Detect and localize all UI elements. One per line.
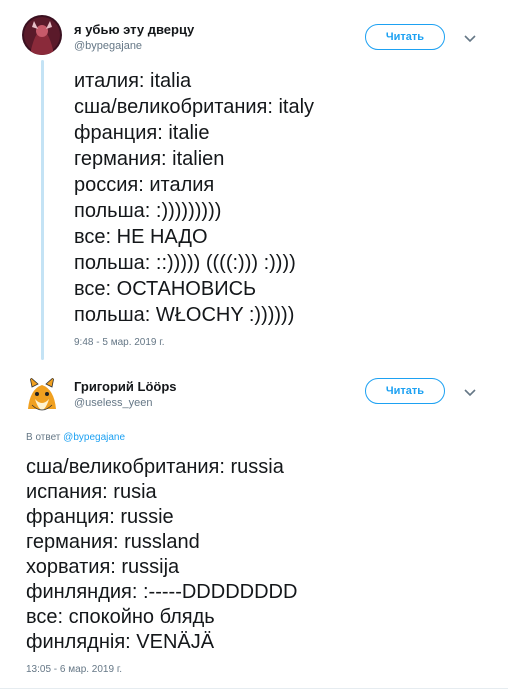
tweet-line: все: спокойно блядь: [26, 606, 215, 628]
reply-prefix: В ответ: [26, 432, 61, 443]
follow-button[interactable]: Читать: [365, 378, 445, 404]
tweet-line: италия: italia: [74, 70, 192, 92]
tweet-line: польша: WŁOCHY :)))))): [74, 304, 295, 326]
chevron-down-icon[interactable]: [462, 30, 478, 46]
tweet-line: сша/великобритания: italy: [74, 96, 315, 118]
avatar[interactable]: [22, 15, 62, 55]
tweet-line: испания: rusia: [26, 481, 157, 503]
tweet-line: финляднія: VENÄJÄ: [26, 631, 215, 653]
divider: [0, 688, 508, 689]
user-handle[interactable]: @bypegajane: [74, 40, 142, 52]
tweet-line: франция: russie: [26, 506, 174, 528]
tweet-line: сша/великобритания: russia: [26, 456, 284, 478]
tweet-line: финляндия: :-----DDDDDDDD: [26, 581, 298, 603]
avatar[interactable]: [22, 375, 62, 415]
display-name[interactable]: Григорий Lööps: [74, 379, 177, 394]
reply-handle-link[interactable]: @bypegajane: [63, 432, 125, 443]
tweet-line: германия: italien: [74, 148, 225, 170]
tweet-line: все: ОСТАНОВИСЬ: [74, 278, 257, 300]
timestamp[interactable]: 13:05 - 6 мар. 2019 г.: [26, 664, 122, 675]
tweet-line: германия: russland: [26, 531, 200, 553]
follow-button[interactable]: Читать: [365, 24, 445, 50]
tweet-line: франция: italie: [74, 122, 210, 144]
chevron-down-icon[interactable]: [462, 384, 478, 400]
user-handle[interactable]: @useless_yeen: [74, 397, 152, 409]
thread-line: [41, 60, 44, 360]
reply-context: В ответ @bypegajane: [26, 432, 125, 443]
display-name[interactable]: я убью эту дверцу: [74, 22, 194, 37]
tweet-line: хорватия: russija: [26, 556, 180, 578]
tweet-line: польша: ::))))) ((((:))) :)))): [74, 252, 296, 274]
tweet-line: польша: :))))))))): [74, 200, 222, 222]
timestamp[interactable]: 9:48 - 5 мар. 2019 г.: [74, 337, 164, 348]
tweet-line: все: НЕ НАДО: [74, 226, 208, 248]
tweet-line: россия: италия: [74, 174, 215, 196]
